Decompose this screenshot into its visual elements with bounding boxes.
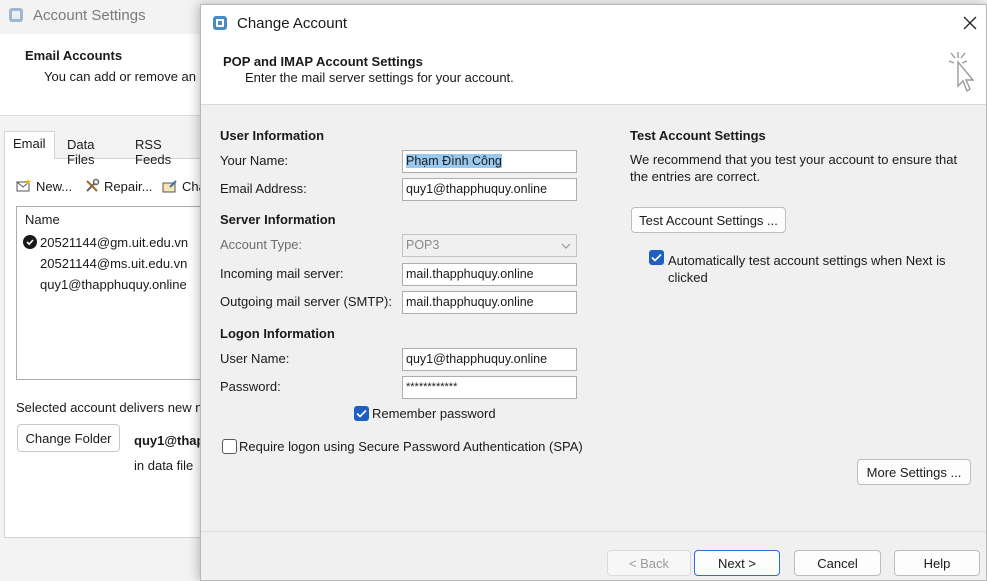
delivers-text: Selected account delivers new m (16, 400, 207, 415)
back-button[interactable]: < Back (607, 550, 691, 576)
tab-rss-feeds[interactable]: RSS Feeds (127, 133, 179, 167)
dialog-body: User Information Your Name: Phạm Đình Cô… (201, 106, 986, 531)
auto-test-checkbox[interactable] (649, 250, 664, 265)
tab-data-files[interactable]: Data Files (59, 133, 102, 167)
dialog-titlebar: Change Account (201, 5, 986, 42)
outlook-app-icon (213, 16, 227, 30)
dialog-title: Change Account (237, 15, 348, 32)
account-name: quy1@thapphuquy.online (40, 276, 187, 292)
email-address-label: Email Address: (220, 181, 307, 196)
change-folder-button[interactable]: Change Folder (17, 424, 120, 452)
account-name: 20521144@ms.uit.edu.vn (40, 255, 188, 271)
password-label: Password: (220, 379, 281, 394)
dialog-header-title: POP and IMAP Account Settings (223, 54, 423, 69)
more-settings-button[interactable]: More Settings ... (857, 459, 971, 485)
auto-test-label-line1[interactable]: Automatically test account settings when… (668, 253, 945, 268)
repair-account-label: Repair... (104, 178, 153, 194)
new-account-label: New... (36, 178, 73, 194)
test-account-settings-button[interactable]: Test Account Settings ... (631, 207, 786, 233)
outgoing-server-input[interactable]: mail.thapphuquy.online (402, 291, 577, 314)
test-description-line2: the entries are correct. (630, 169, 761, 184)
repair-account-button[interactable]: Repair... (84, 176, 152, 196)
user-name-input[interactable]: quy1@thapphuquy.online (402, 348, 577, 371)
logon-info-section-title: Logon Information (220, 326, 335, 341)
data-file-text: in data file (134, 458, 194, 473)
test-settings-section-title: Test Account Settings (630, 128, 766, 143)
server-info-section-title: Server Information (220, 212, 336, 227)
incoming-server-label: Incoming mail server: (220, 266, 344, 281)
test-description-line1: We recommend that you test your account … (630, 152, 958, 167)
user-name-label: User Name: (220, 351, 290, 366)
dialog-header: POP and IMAP Account Settings Enter the … (201, 42, 986, 105)
spa-label[interactable]: Require logon using Secure Password Auth… (239, 439, 583, 454)
checkmark-icon (356, 409, 367, 418)
your-name-input[interactable]: Phạm Đình Công (402, 150, 577, 173)
user-info-section-title: User Information (220, 128, 325, 143)
remember-password-checkbox[interactable] (354, 406, 369, 421)
dialog-header-subtitle: Enter the mail server settings for your … (245, 70, 514, 85)
outgoing-server-label: Outgoing mail server (SMTP): (220, 294, 392, 309)
repair-tools-icon (86, 178, 100, 192)
list-item[interactable]: quy1@thapphuquy.online (23, 274, 187, 294)
change-account-dialog: Change Account POP and IMAP Account Sett… (200, 4, 987, 581)
cancel-button[interactable]: Cancel (794, 550, 881, 576)
your-name-label: Your Name: (220, 153, 289, 168)
list-item[interactable]: 20521144@ms.uit.edu.vn (23, 253, 187, 273)
account-settings-app-icon (9, 8, 23, 22)
email-accounts-title: Email Accounts (25, 48, 123, 63)
auto-test-label-line2[interactable]: clicked (668, 270, 708, 285)
default-account-check-icon (23, 235, 37, 249)
incoming-server-input[interactable]: mail.thapphuquy.online (402, 263, 577, 286)
tab-email[interactable]: Email (4, 131, 55, 159)
email-accounts-subtitle: You can add or remove an (44, 69, 197, 84)
your-name-value: Phạm Đình Công (406, 154, 502, 168)
password-input[interactable]: ************ (402, 376, 577, 399)
email-address-input[interactable]: quy1@thapphuquy.online (402, 178, 577, 201)
list-column-name: Name (25, 212, 60, 227)
new-account-button[interactable]: New... (16, 176, 72, 196)
account-type-select: POP3 (402, 234, 577, 257)
close-icon[interactable] (961, 14, 979, 32)
help-button[interactable]: Help (894, 550, 980, 576)
list-item[interactable]: 20521144@gm.uit.edu.vn (23, 232, 188, 252)
cursor-click-icon (948, 52, 975, 93)
new-mail-icon (16, 179, 31, 192)
account-settings-title: Account Settings (33, 7, 146, 24)
folder-account-name: quy1@thap (134, 433, 205, 448)
account-name: 20521144@gm.uit.edu.vn (40, 234, 189, 250)
chevron-down-icon (556, 235, 576, 256)
account-type-label: Account Type: (220, 237, 303, 252)
next-button[interactable]: Next > (694, 550, 780, 576)
remember-password-label[interactable]: Remember password (372, 406, 496, 421)
dialog-footer: < Back Next > Cancel Help (201, 532, 986, 580)
checkmark-icon (651, 253, 662, 262)
account-type-value: POP3 (406, 238, 440, 252)
spa-checkbox[interactable] (222, 439, 237, 454)
change-account-icon (162, 180, 177, 193)
